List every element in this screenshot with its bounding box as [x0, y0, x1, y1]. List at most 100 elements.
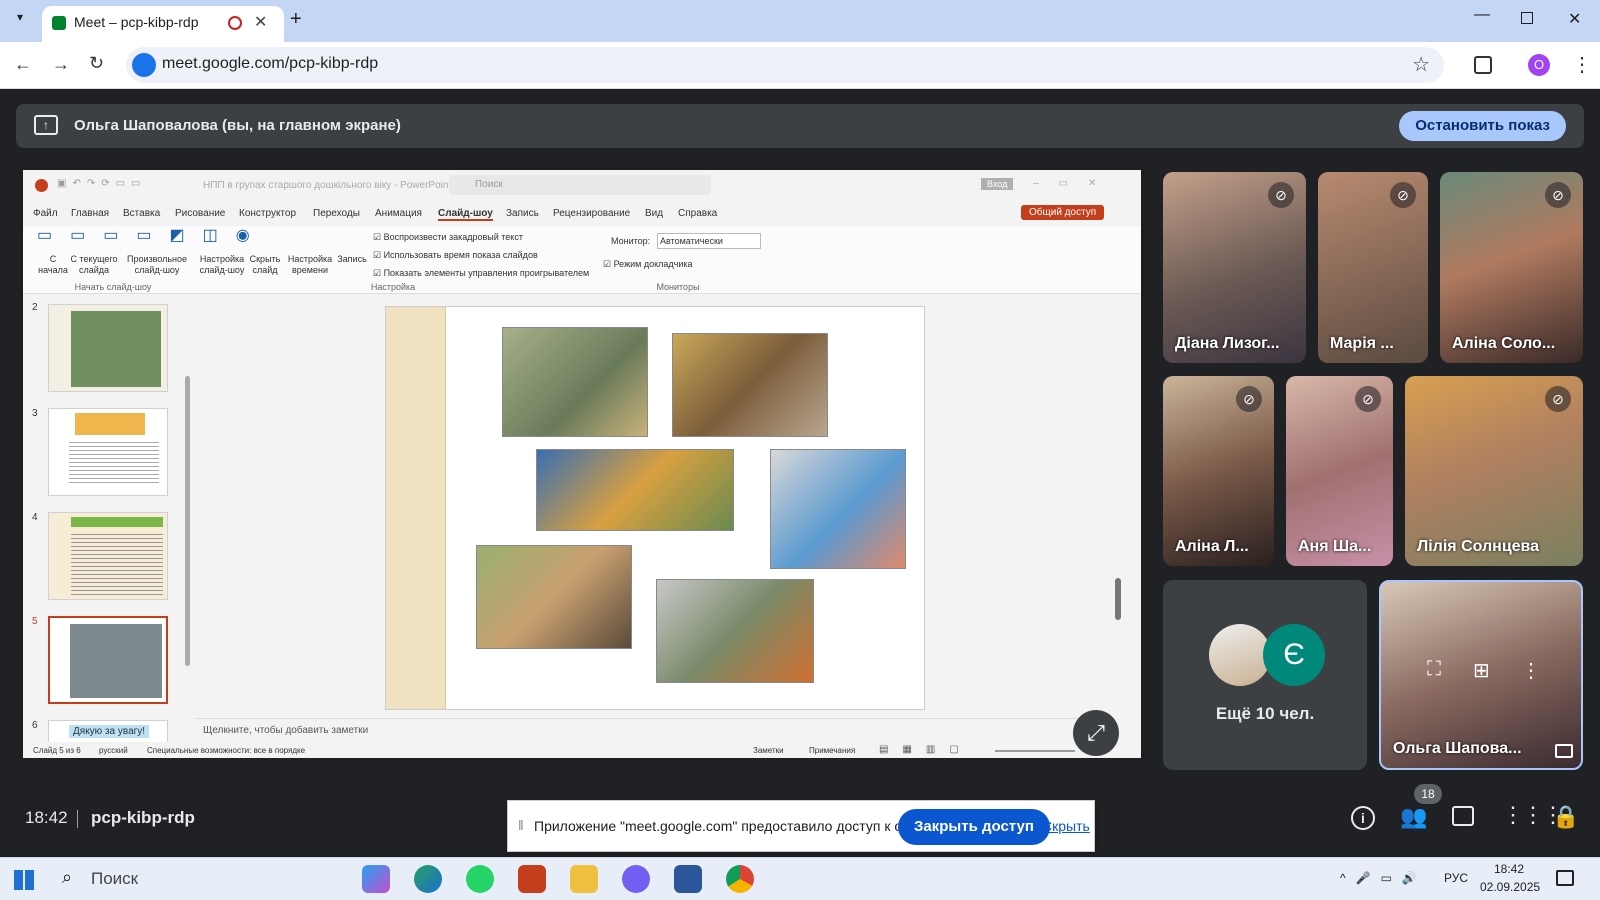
stop-sharing-button[interactable]: Закрыть доступ	[898, 809, 1050, 845]
presenter-view-checkbox[interactable]: ☑ Режим докладчика	[603, 259, 693, 270]
current-slide[interactable]	[385, 306, 925, 710]
site-info-icon[interactable]	[132, 53, 156, 77]
hide-slide-button[interactable]: Скрыть слайд	[245, 254, 285, 276]
notifications-icon[interactable]	[1556, 870, 1574, 886]
ppt-search[interactable]: Поиск	[449, 175, 711, 195]
participant-tile[interactable]: ⊘ Аліна Соло...	[1440, 172, 1583, 363]
menu-insert[interactable]: Вставка	[123, 208, 160, 219]
menu-help[interactable]: Справка	[678, 208, 717, 219]
slide-thumbnail[interactable]: Дякую за увагу!	[48, 720, 168, 742]
zoom-slider[interactable]	[995, 750, 1075, 752]
clock-date[interactable]: 02.09.2025	[1480, 880, 1540, 894]
group-setup: Настройка	[370, 282, 416, 292]
add-effects-icon[interactable]: ⊞	[1473, 658, 1490, 683]
chat-icon[interactable]	[1452, 806, 1474, 826]
thumbnails-scrollbar[interactable]	[185, 376, 190, 666]
checkbox-narration[interactable]: ☑ Воспроизвести закадровый текст	[373, 232, 523, 243]
windows-start-icon[interactable]	[14, 870, 34, 890]
more-participants-tile[interactable]: Є Ещё 10 чел.	[1163, 580, 1367, 770]
slide-thumbnail-active[interactable]	[48, 616, 168, 704]
minimize-icon[interactable]: —	[1474, 6, 1490, 24]
from-current-button[interactable]: С текущего слайда	[69, 254, 119, 276]
file-explorer-icon[interactable]	[570, 865, 598, 893]
menu-review[interactable]: Рецензирование	[553, 208, 630, 219]
menu-file[interactable]: Файл	[33, 208, 58, 219]
monitor-select[interactable]: Автоматически	[657, 233, 761, 249]
reload-icon[interactable]: ↻	[89, 53, 104, 74]
rehearse-timings-button[interactable]: Настройка времени	[285, 254, 335, 276]
window-close-icon[interactable]: ✕	[1568, 9, 1581, 29]
taskbar-search[interactable]: Поиск	[91, 869, 138, 889]
slide-thumbnail[interactable]	[48, 408, 168, 496]
notes-area[interactable]: Щелкните, чтобы добавить заметки	[195, 718, 1115, 742]
copilot-icon[interactable]	[362, 865, 390, 893]
tab-list-button[interactable]: ▾	[8, 10, 32, 32]
chrome-icon[interactable]	[726, 865, 754, 893]
input-language[interactable]: РУС	[1444, 871, 1468, 885]
tray-icons[interactable]: ^🎤▭🔊	[1340, 871, 1427, 885]
drag-handle-icon[interactable]: ‖	[518, 817, 524, 833]
whatsapp-icon[interactable]	[466, 865, 494, 893]
menu-transitions[interactable]: Переходы	[313, 208, 360, 219]
extensions-icon[interactable]	[1474, 56, 1492, 74]
reframe-icon[interactable]: ⛶	[1427, 658, 1441, 681]
new-tab-icon[interactable]: +	[290, 8, 302, 31]
participant-tile[interactable]: ⊘ Марія ...	[1318, 172, 1428, 363]
menu-design[interactable]: Конструктор	[239, 208, 296, 219]
from-start-button[interactable]: С начала	[35, 254, 71, 276]
menu-view[interactable]: Вид	[645, 208, 663, 219]
menu-dots-icon[interactable]: ⋮	[1572, 52, 1592, 77]
slide-thumbnail[interactable]	[48, 512, 168, 600]
back-icon[interactable]: ←	[14, 54, 32, 75]
view-buttons-icons[interactable]: ▤▦▥▢	[879, 744, 973, 755]
menu-animation[interactable]: Анимация	[375, 208, 422, 219]
participant-tile[interactable]: ⊘ Діана Лизог...	[1163, 172, 1306, 363]
status-comments[interactable]: Примечания	[809, 746, 855, 755]
restore-icon[interactable]	[1521, 12, 1533, 24]
meeting-time: 18:42	[25, 808, 68, 827]
setup-show-button[interactable]: Настройка слайд-шоу	[195, 254, 249, 276]
clock-time[interactable]: 18:42	[1494, 862, 1524, 876]
menu-home[interactable]: Главная	[71, 208, 109, 219]
hide-notification-link[interactable]: Скрыть	[1042, 818, 1090, 834]
checkbox-timings[interactable]: ☑ Использовать время показа слайдов	[373, 250, 538, 261]
edge-icon[interactable]	[414, 865, 442, 893]
ppt-signin[interactable]: Вход	[981, 178, 1014, 190]
profile-avatar[interactable]: O	[1528, 54, 1550, 76]
self-view-tile[interactable]: ⛶ ⊞ ⋮ Ольга Шапова...	[1379, 580, 1583, 770]
tab-close-icon[interactable]: ✕	[254, 12, 267, 32]
host-controls-icon[interactable]: 🔒	[1552, 804, 1579, 830]
participant-tile[interactable]: ⊘ Аня Ша...	[1286, 376, 1393, 566]
fullscreen-button[interactable]: ⤢	[1073, 710, 1119, 756]
pip-icon[interactable]	[1555, 744, 1573, 758]
menu-draw[interactable]: Рисование	[175, 208, 225, 219]
menu-record[interactable]: Запись	[506, 208, 539, 219]
participant-tile[interactable]: ⊘ Лілія Солнцева	[1405, 376, 1583, 566]
custom-show-button[interactable]: Произвольное слайд-шоу	[125, 254, 189, 276]
more-options-icon[interactable]: ⋮	[1521, 658, 1541, 683]
shared-screen: ▣↶↷⟳▭▭ НПП в групах старшого дошкільного…	[20, 167, 1144, 759]
muted-mic-icon: ⊘	[1355, 386, 1381, 412]
browser-tab[interactable]: Meet – pcp-kibp-rdp ✕	[42, 6, 284, 42]
viber-icon[interactable]	[622, 865, 650, 893]
status-accessibility[interactable]: Специальные возможности: все в порядке	[147, 746, 305, 755]
info-icon[interactable]: i	[1351, 806, 1375, 830]
checkbox-media-controls[interactable]: ☑ Показать элементы управления проигрыва…	[373, 268, 589, 279]
word-icon[interactable]	[674, 865, 702, 893]
forward-icon[interactable]: →	[52, 54, 70, 75]
slide-photo	[536, 449, 734, 531]
address-bar[interactable]: meet.google.com/pcp-kibp-rdp ☆	[126, 47, 1444, 83]
taskbar-search-icon[interactable]: ⌕	[62, 867, 72, 888]
participant-tile[interactable]: ⊘ Аліна Л...	[1163, 376, 1274, 566]
stop-presenting-button[interactable]: Остановить показ	[1399, 111, 1566, 141]
status-notes[interactable]: Заметки	[753, 746, 784, 755]
people-icon[interactable]: 👥	[1400, 804, 1427, 830]
muted-mic-icon: ⊘	[1236, 386, 1262, 412]
ppt-share-button[interactable]: Общий доступ	[1021, 205, 1105, 220]
powerpoint-icon[interactable]	[518, 865, 546, 893]
bookmark-star-icon[interactable]: ☆	[1412, 52, 1430, 77]
slide-thumbnail[interactable]	[48, 304, 168, 392]
slide-scrollbar[interactable]	[1115, 578, 1121, 620]
menu-slideshow[interactable]: Слайд-шоу	[438, 208, 493, 221]
record-button[interactable]: Запись	[335, 254, 369, 265]
